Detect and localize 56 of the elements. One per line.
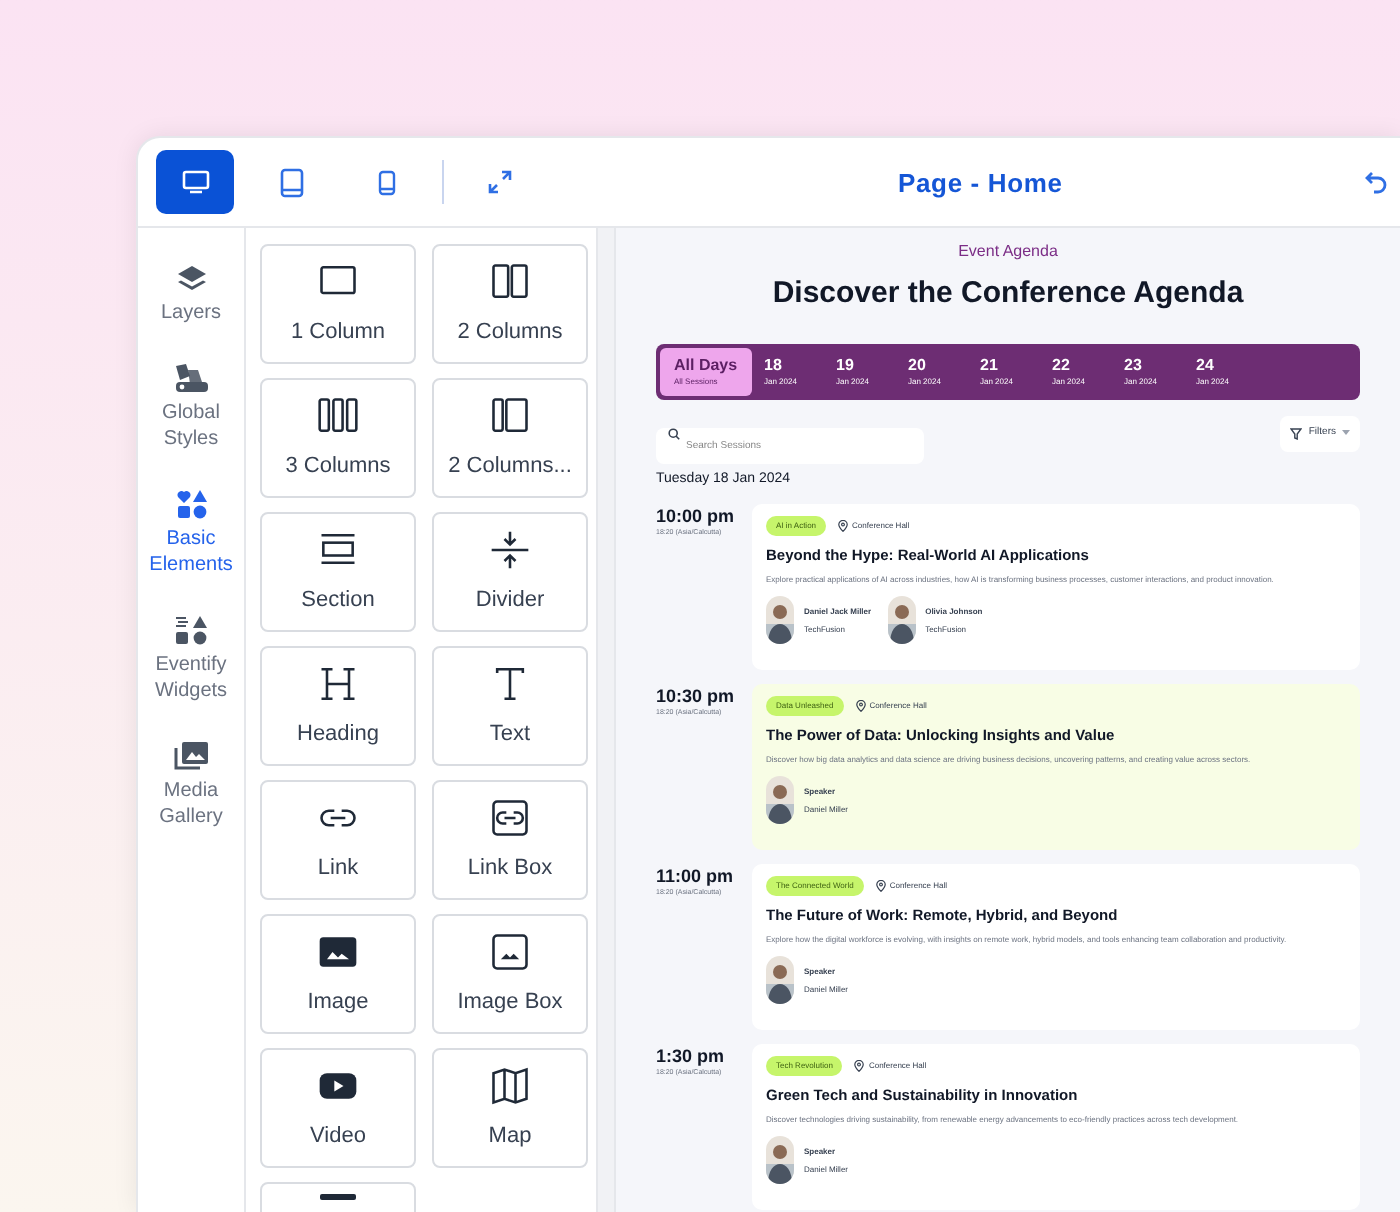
element-card[interactable]: 2 Columns (432, 244, 588, 364)
element-card[interactable]: Divider (432, 512, 588, 632)
element-card[interactable]: 1 Column (260, 244, 416, 364)
location-pin-icon (855, 700, 866, 712)
element-card[interactable]: Image (260, 914, 416, 1034)
caret-icon (1342, 430, 1350, 436)
layers-icon (175, 264, 207, 294)
image-box-icon (488, 929, 532, 974)
sidebar-item[interactable]: Media Gallery (141, 740, 241, 830)
tablet-icon (279, 167, 303, 197)
columns-icon (316, 393, 360, 438)
session-card[interactable] (752, 864, 1360, 1030)
element-card[interactable]: Heading (260, 646, 416, 766)
divider-icon (488, 527, 532, 572)
location-pin-icon (854, 1060, 865, 1072)
undo-icon[interactable] (1364, 170, 1388, 194)
session-time: 11:00 pm (656, 866, 736, 888)
phone-icon (378, 169, 396, 195)
element-card[interactable]: 3 Columns (260, 378, 416, 498)
session-time: 10:00 pm (656, 506, 737, 528)
session-card[interactable] (752, 1044, 1360, 1210)
element-card[interactable]: 2 Columns... (432, 378, 588, 498)
map-icon (488, 1063, 532, 1108)
location-pin-icon (838, 520, 849, 532)
element-card[interactable]: Image Box (432, 914, 588, 1034)
sidebar-item[interactable]: Basic Elements (141, 488, 241, 578)
eyebrow-text: Event Agenda (956, 240, 1060, 264)
element-card[interactable]: Text (432, 646, 588, 766)
sidebar-item[interactable]: Eventify Widgets (141, 614, 241, 704)
gallery-icon (173, 740, 209, 772)
element-card[interactable]: Link Box (432, 780, 588, 900)
session-time: 10:30 pm (656, 686, 737, 708)
desktop-icon (181, 170, 209, 194)
columns-icon (488, 259, 532, 304)
device-button[interactable] (156, 150, 234, 214)
session-card[interactable] (752, 504, 1360, 670)
search-icon (668, 427, 680, 439)
location-pin-icon (875, 880, 886, 892)
filter-icon (1290, 427, 1303, 439)
swatches-icon (173, 362, 209, 394)
sidebar-item[interactable]: Global Styles (141, 362, 241, 452)
shapes-icon (175, 488, 207, 520)
element-card[interactable]: Map (432, 1048, 588, 1168)
link-box-icon (488, 795, 532, 840)
session-card[interactable] (752, 684, 1360, 850)
element-card[interactable]: Video (260, 1048, 416, 1168)
columns-icon (488, 393, 532, 438)
sidebar-item[interactable]: Layers (141, 264, 241, 326)
agenda-title: Discover the Conference Agenda (770, 274, 1246, 314)
element-card[interactable]: Link (260, 780, 416, 900)
element-icon (320, 1194, 356, 1200)
session-time: 1:30 pm (656, 1046, 727, 1068)
widgets-icon (173, 614, 209, 646)
element-card[interactable]: Section (260, 512, 416, 632)
expand-icon[interactable] (488, 170, 512, 194)
page-title: Page - Home (898, 166, 1063, 202)
